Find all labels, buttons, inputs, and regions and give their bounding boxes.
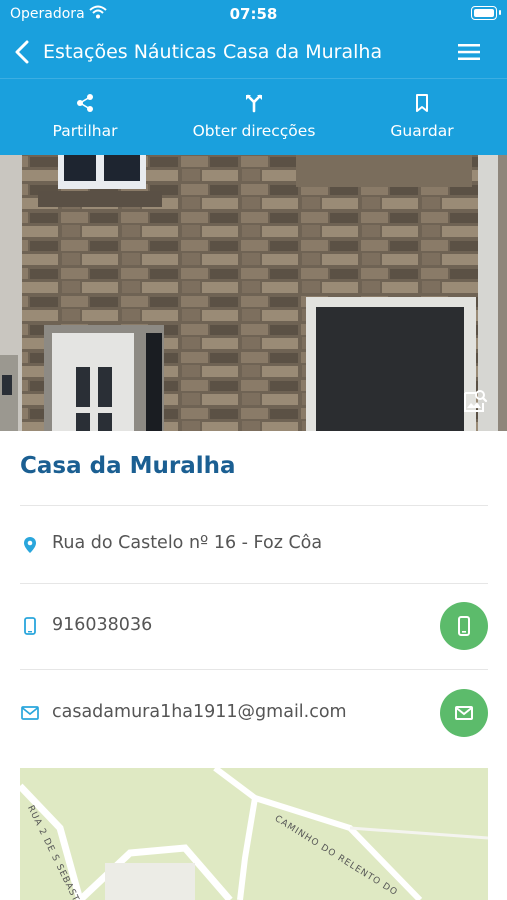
share-icon [77,94,93,112]
address-text[interactable]: Rua do Castelo nº 16 - Foz Côa [52,533,322,553]
back-button-label[interactable]: Estações Náuticas [43,41,216,63]
save-label: Guardar [390,122,454,140]
action-bar: Partilhar Obter direcções Guardar [0,78,507,156]
email-icon [21,706,39,720]
location-pin-icon [24,537,36,553]
email-icon [455,706,473,720]
save-button[interactable]: Guardar [377,79,467,156]
directions-button[interactable]: Obter direcções [184,79,324,156]
battery-icon [471,6,501,20]
photo-gallery-icon[interactable] [462,388,488,414]
phone-number[interactable]: 916038036 [52,615,152,635]
directions-label: Obter direcções [192,122,316,140]
status-bar: Operadora 07:58 [0,0,507,28]
share-label: Partilhar [52,122,118,140]
share-button[interactable]: Partilhar [35,79,135,156]
back-chevron-icon[interactable] [14,40,30,64]
clock: 07:58 [229,5,278,23]
bookmark-icon [416,94,428,112]
map-roads [20,768,488,900]
location-map[interactable]: RUA 2 DE S SEBAST CAMINHO DO RELENTO DO [20,768,488,900]
divider [20,505,488,506]
divider [20,669,488,670]
mobile-phone-icon [458,616,470,636]
divider [20,583,488,584]
send-email-button[interactable] [440,689,488,737]
mobile-phone-icon [24,617,36,635]
stone-house-photo [0,155,507,431]
navigation-bar: Estações Náuticas Casa da Muralha [0,28,507,78]
place-photo[interactable] [0,155,507,431]
call-button[interactable] [440,602,488,650]
place-name: Casa da Muralha [20,453,236,479]
directions-icon [246,94,262,113]
email-address[interactable]: casadamura1ha1911@gmail.com [52,702,347,722]
hamburger-menu-icon[interactable] [458,43,480,61]
page-title: Casa da Muralha [223,41,383,63]
